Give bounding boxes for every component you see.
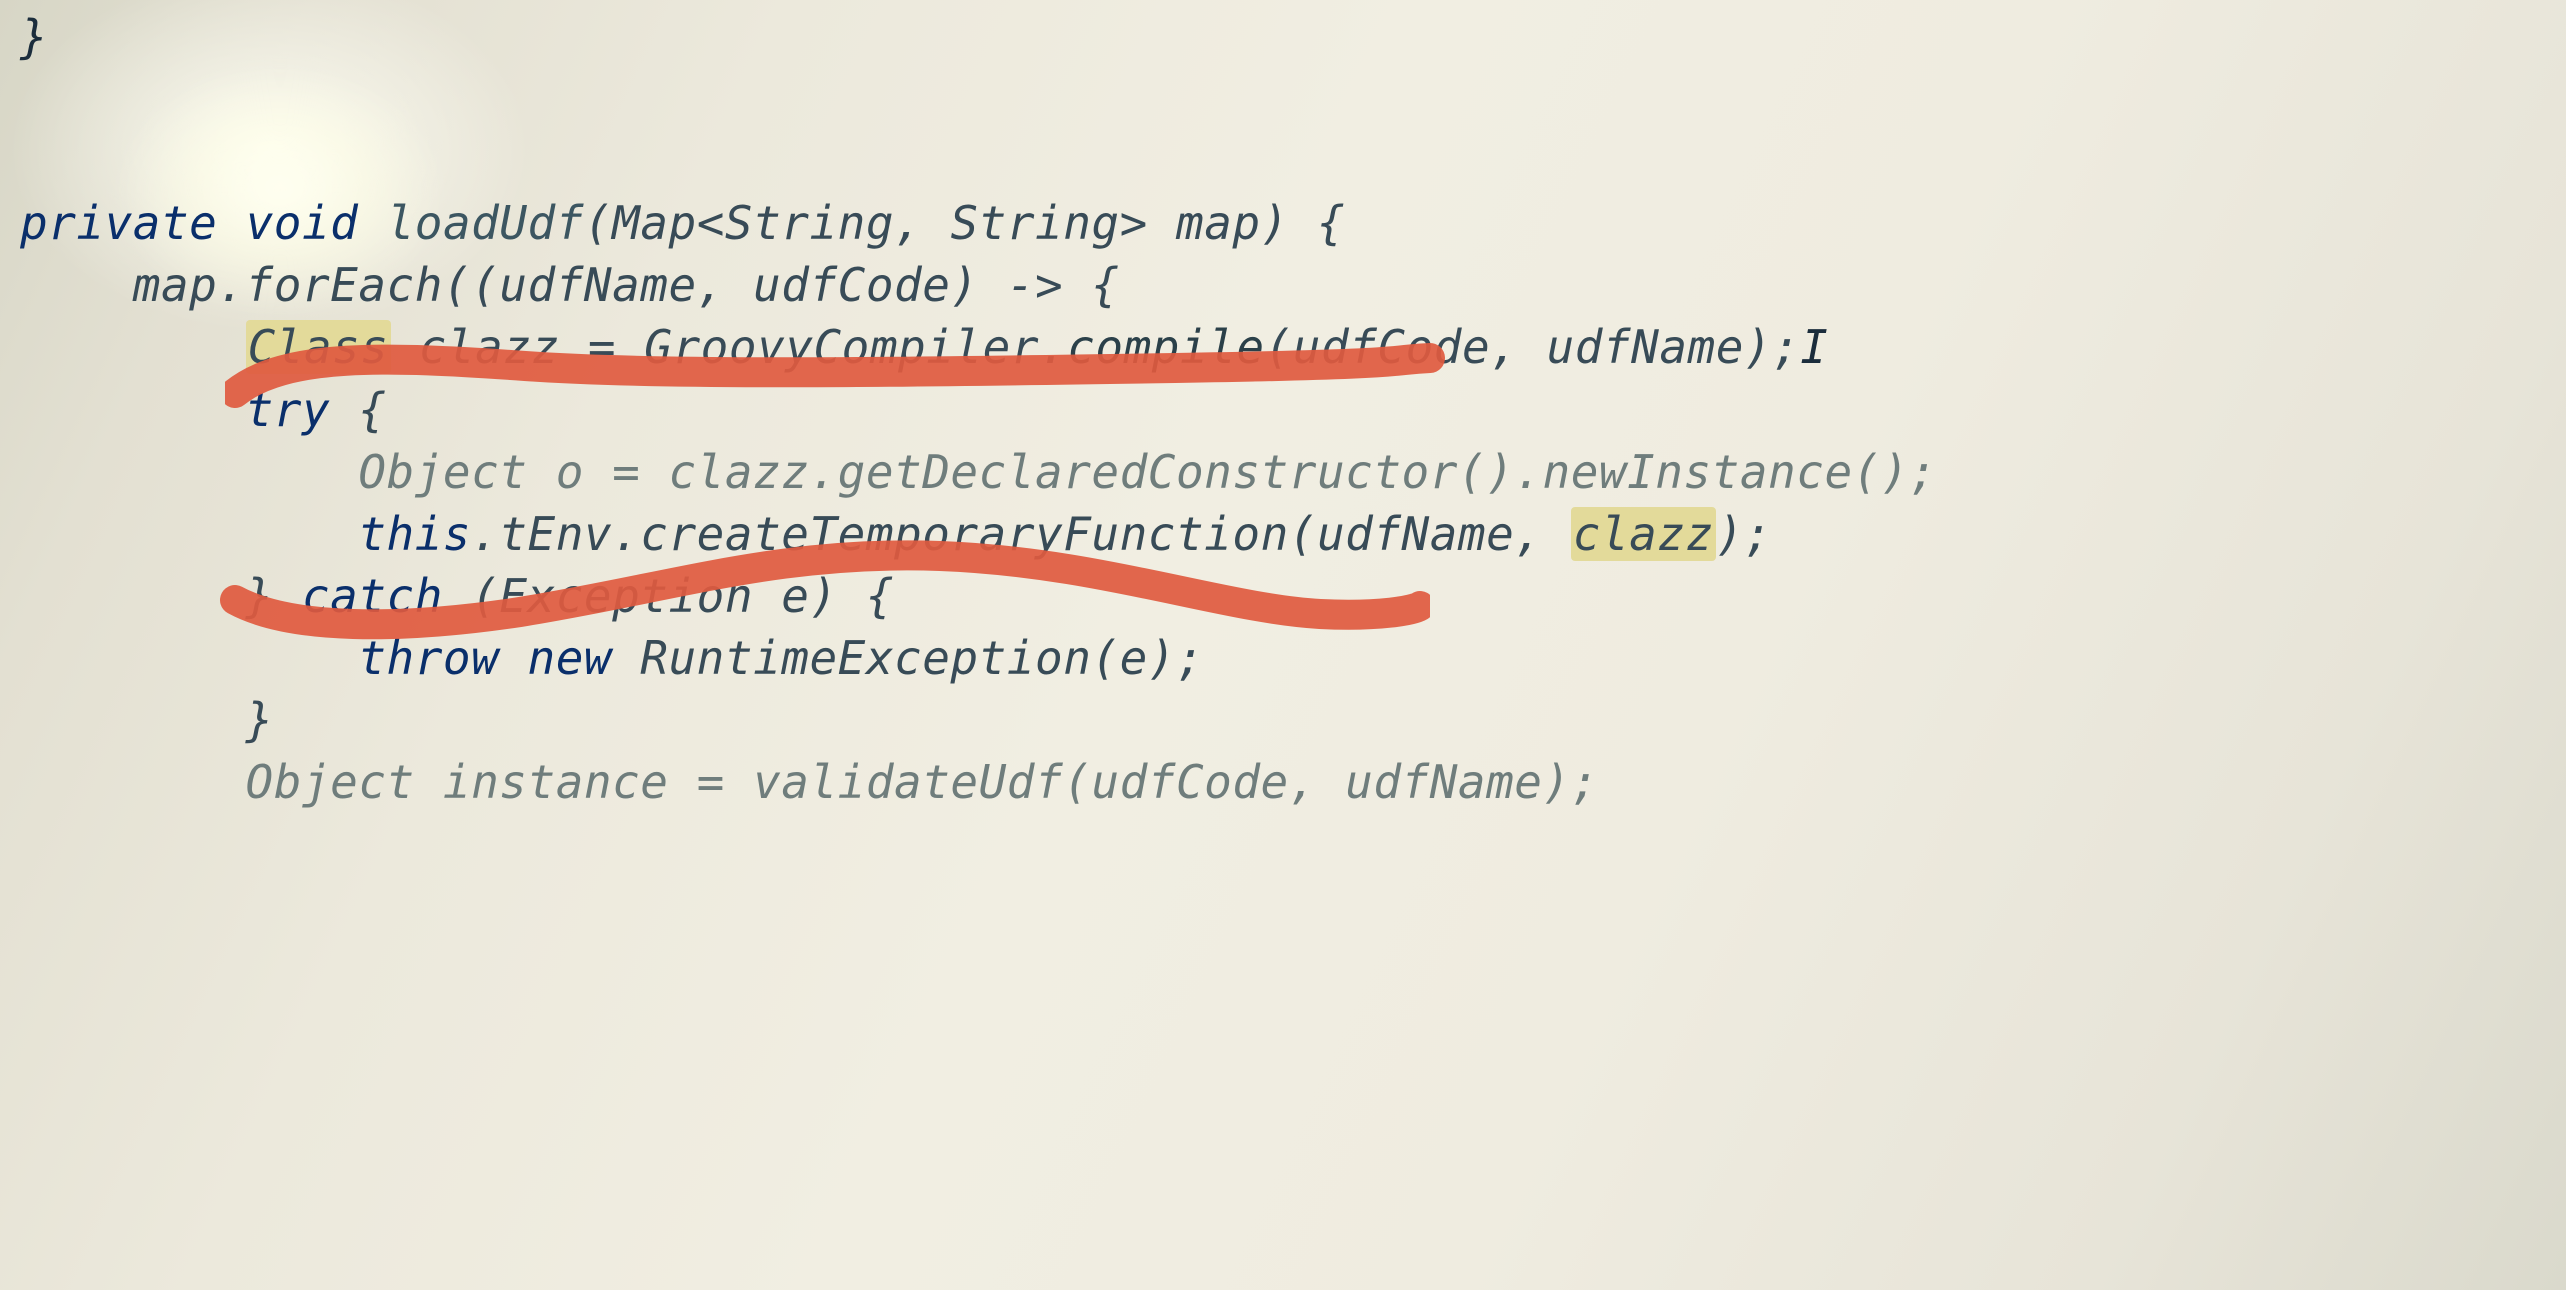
line-7: try {: [20, 383, 387, 437]
line-11: throw new RuntimeException(e);: [20, 631, 1204, 685]
line-10: } catch (Exception e) {: [20, 569, 894, 623]
text-cursor: I: [1800, 320, 1828, 374]
line-12: }: [20, 693, 274, 747]
line-9: this.tEnv.createTemporaryFunction(udfNam…: [20, 507, 1772, 561]
line-4: private void loadUdf(Map<String, String>…: [20, 196, 1345, 250]
line-6: Class clazz = GroovyCompiler.compile(udf…: [20, 320, 1829, 374]
code-block: } private void loadUdf(Map<String, Strin…: [0, 6, 1937, 813]
line-13: Object instance = validateUdf(udfCode, u…: [20, 755, 1599, 809]
line-1: }: [20, 10, 48, 64]
line-8: Object o = clazz.getDeclaredConstructor(…: [20, 445, 1937, 499]
line-5: map.forEach((udfName, udfCode) -> {: [20, 258, 1120, 312]
